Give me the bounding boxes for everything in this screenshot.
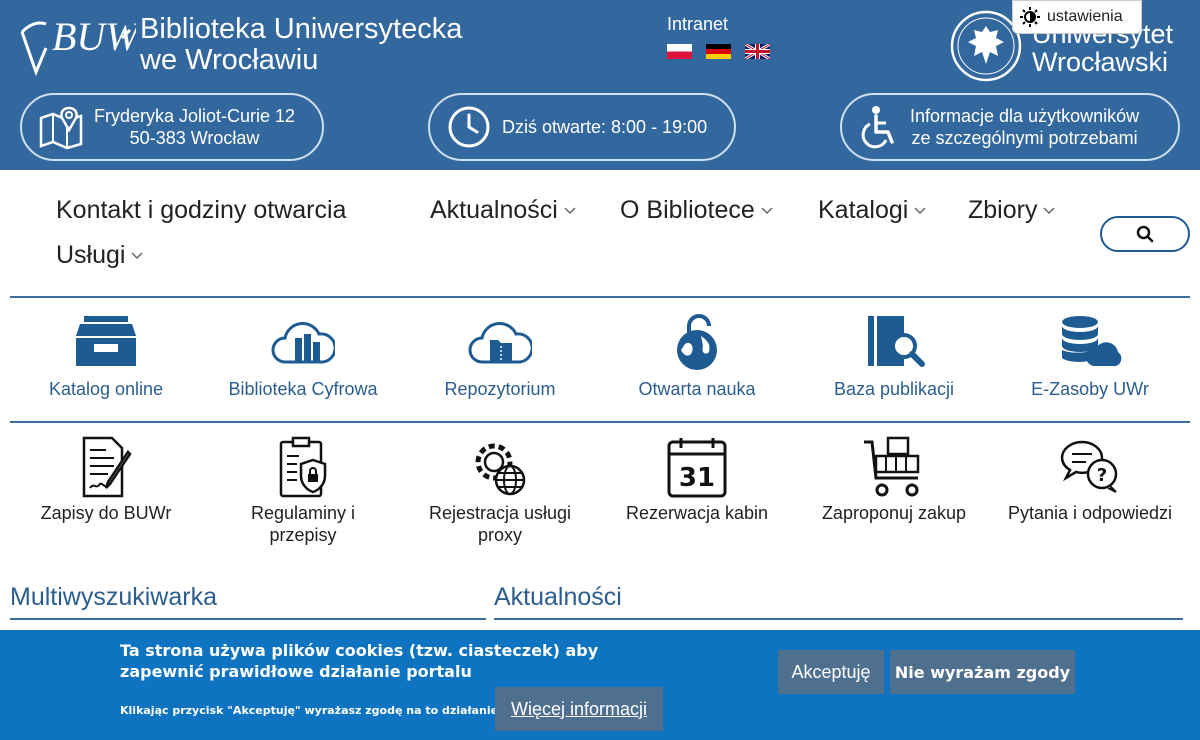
tile-label: Biblioteka Cyfrowa <box>228 379 378 399</box>
search-button[interactable] <box>1100 216 1190 252</box>
archive-box-icon <box>76 316 136 366</box>
de-flag-icon[interactable] <box>706 44 731 59</box>
clock-icon <box>448 106 490 148</box>
opening-hours-text: Dziś otwarte: 8:00 - 19:00 <box>502 117 708 137</box>
tile-label: Repozytorium <box>444 379 556 399</box>
settings-button[interactable]: ustawienia <box>1012 0 1142 34</box>
nav-item-label: Katalogi <box>818 196 909 224</box>
en-flag-icon[interactable] <box>745 44 770 59</box>
nav-item-label: Aktualności <box>430 196 558 224</box>
cookie-banner: Ta strona używa plików cookies (tzw. cia… <box>0 630 1200 740</box>
tile-label: Zapisy do BUWr <box>40 503 172 523</box>
tile-baza-publikacji[interactable]: Baza publikacji <box>796 312 992 400</box>
tile-label: Zaproponuj zakup <box>821 503 967 523</box>
tile-zaproponuj-zakup[interactable]: Zaproponuj zakup <box>796 436 992 524</box>
language-switcher <box>667 44 770 59</box>
nav-item-label: Kontakt i godziny otwarcia <box>56 196 347 224</box>
deny-cookies-button[interactable]: Nie wyrażam zgody <box>890 650 1075 694</box>
opening-hours-pill[interactable]: Dziś otwarte: 8:00 - 19:00 <box>428 93 736 161</box>
tile-label: Baza publikacji <box>833 379 955 399</box>
address-pill[interactable]: Fryderyka Joliot-Curie 12 50-383 Wrocław <box>20 93 324 161</box>
tile-label-line2: przepisy <box>269 525 337 545</box>
chevron-down-icon <box>761 206 773 214</box>
nav-item-label: Zbiory <box>968 196 1038 224</box>
database-cloud-icon <box>1062 316 1122 366</box>
tile-label: Rejestracja usługi proxy <box>402 502 598 546</box>
wheelchair-icon <box>861 106 894 149</box>
university-name-line2: Wrocławski <box>1032 47 1169 77</box>
cookie-message: Ta strona używa plików cookies (tzw. cia… <box>120 641 599 681</box>
open-lock-globe-icon <box>677 314 717 370</box>
tile-label: Rezerwacja kabin <box>625 503 769 523</box>
nav-item-katalogi[interactable]: Katalogi <box>818 196 926 225</box>
search-icon <box>1136 225 1154 243</box>
tile-label-line2: proxy <box>477 525 522 545</box>
chevron-down-icon <box>914 206 926 214</box>
nav-item-o-bibliotece[interactable]: O Bibliotece <box>620 196 773 225</box>
accessibility-line2: ze szczególnymi potrzebami <box>911 128 1138 148</box>
chevron-down-icon <box>564 206 576 214</box>
calendar-day: 31 <box>679 463 715 493</box>
library-name[interactable]: Biblioteka Uniwersytecka we Wrocławiu <box>140 14 462 76</box>
nav-item-label: O Bibliotece <box>620 196 755 224</box>
tile-regulaminy[interactable]: Regulaminy i przepisy <box>205 436 401 546</box>
nav-item-zbiory[interactable]: Zbiory <box>968 196 1055 225</box>
divider <box>10 296 1190 298</box>
chat-question-icon: ? <box>1060 440 1118 493</box>
nav-item-label: Usługi <box>56 241 126 269</box>
shopping-cart-icon <box>864 436 920 497</box>
chevron-down-icon <box>131 251 144 259</box>
map-pin-icon <box>39 106 83 150</box>
tile-biblioteka-cyfrowa[interactable]: Biblioteka Cyfrowa <box>205 312 401 400</box>
library-name-line2: we Wrocławiu <box>140 44 319 76</box>
pl-flag-icon[interactable] <box>667 44 692 59</box>
tile-label-line1: Rejestracja usługi <box>428 503 572 523</box>
tile-pytania[interactable]: ? Pytania i odpowiedzi <box>992 436 1188 524</box>
tile-katalog-online[interactable]: Katalog online <box>8 312 204 400</box>
cookie-note: Klikając przycisk "Akceptuję" wyrażasz z… <box>120 704 503 717</box>
main-navigation: Kontakt i godziny otwarcia Aktualności O… <box>0 170 1200 298</box>
book-search-icon <box>868 316 925 367</box>
tile-label: Otwarta nauka <box>638 379 756 399</box>
accessibility-pill[interactable]: Informacje dla użytkowników ze szczególn… <box>840 93 1180 161</box>
tile-label: Pytania i odpowiedzi <box>1007 503 1173 523</box>
tile-rezerwacja-kabin[interactable]: 31 Rezerwacja kabin <box>599 436 795 524</box>
svg-text:?: ? <box>1097 465 1107 486</box>
document-signature-icon <box>82 436 132 498</box>
gear-globe-icon <box>475 443 526 496</box>
intranet-link[interactable]: Intranet <box>667 14 728 35</box>
calendar-31-icon: 31 <box>667 438 727 498</box>
clipboard-lock-icon <box>279 436 327 498</box>
cloud-folder-icon <box>468 322 532 364</box>
tile-label-line1: Regulaminy i <box>250 503 356 523</box>
settings-label: ustawienia <box>1047 8 1123 25</box>
contrast-sun-icon <box>1020 7 1040 27</box>
more-info-button[interactable]: Więcej informacji <box>495 687 663 731</box>
address-line2: 50-383 Wrocław <box>129 128 260 148</box>
chevron-down-icon <box>1043 206 1055 214</box>
library-name-line1: Biblioteka Uniwersytecka <box>140 13 463 45</box>
tile-e-zasoby[interactable]: E-Zasoby UWr <box>992 312 1188 400</box>
section-title-aktualnosci: Aktualności <box>494 583 1183 620</box>
tile-label: E-Zasoby UWr <box>1031 379 1149 399</box>
tile-label: Regulaminy i przepisy <box>205 502 401 546</box>
divider <box>10 421 1190 423</box>
cloud-books-icon <box>271 322 335 364</box>
section-title-multiwyszukiwarka: Multiwyszukiwarka <box>10 583 486 620</box>
tile-label: Katalog online <box>48 379 164 399</box>
site-header: BUW Biblioteka Uniwersytecka we Wrocławi… <box>0 0 1200 170</box>
nav-item-uslugi[interactable]: Usługi <box>56 241 144 270</box>
tile-otwarta-nauka[interactable]: Otwarta nauka <box>599 312 795 400</box>
accessibility-line1: Informacje dla użytkowników <box>910 106 1140 126</box>
tile-proxy[interactable]: Rejestracja usługi proxy <box>402 436 598 546</box>
tile-repozytorium[interactable]: Repozytorium <box>402 312 598 400</box>
buwr-logo[interactable]: BUW <box>18 10 136 78</box>
tile-zapisy[interactable]: Zapisy do BUWr <box>8 436 204 524</box>
address-line1: Fryderyka Joliot-Curie 12 <box>94 106 296 126</box>
accept-cookies-button[interactable]: Akceptuję <box>778 650 884 694</box>
nav-item-kontakt[interactable]: Kontakt i godziny otwarcia <box>56 196 346 225</box>
nav-item-aktualnosci[interactable]: Aktualności <box>430 196 576 225</box>
